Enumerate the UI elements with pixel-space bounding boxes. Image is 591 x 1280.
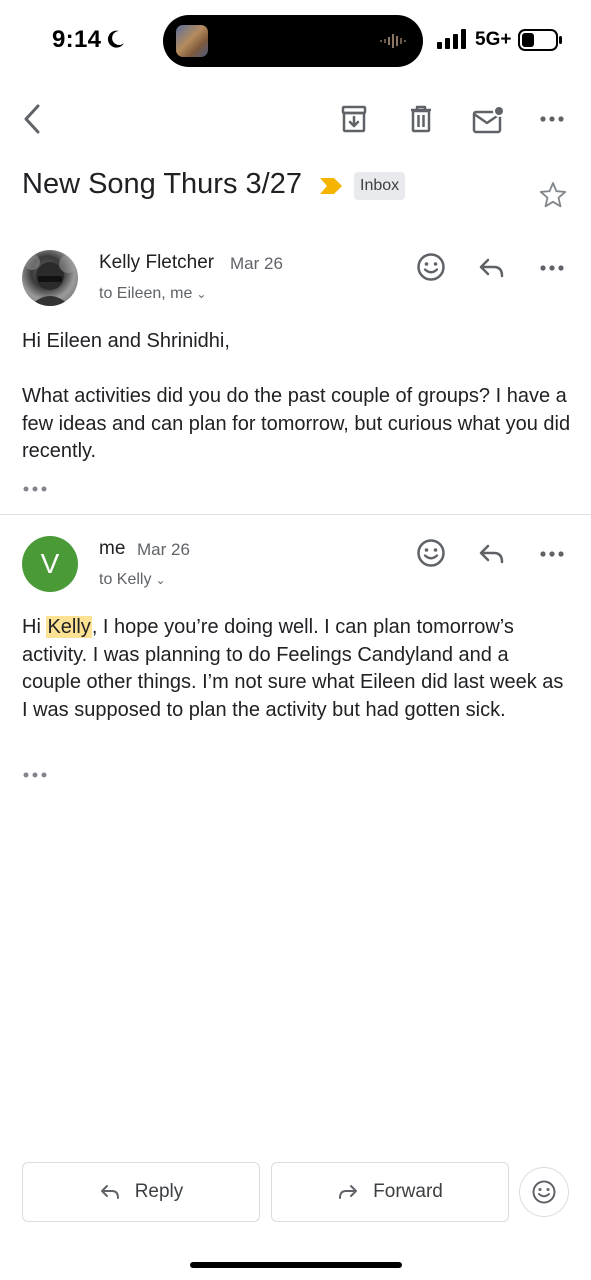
message-body: What activities did you do the past coup… [22,385,571,462]
toolbar [0,95,591,145]
thread-subject: New Song Thurs 3/27 [22,168,302,200]
now-playing-artwork [176,25,208,57]
sender-name: Kelly Fletcher [99,252,215,273]
status-time: 9:14 [52,26,102,53]
react-button[interactable] [519,1167,569,1217]
label-chip-inbox[interactable]: Inbox [354,172,406,200]
archive-icon [341,105,367,133]
message-more-button[interactable] [534,537,570,571]
reply-arrow-icon [100,1185,119,1199]
show-trimmed-content-icon[interactable] [22,485,48,493]
status-bar: 9:14 5G+ [0,0,591,80]
show-trimmed-content-icon[interactable] [22,771,48,779]
important-marker-icon[interactable] [318,176,344,196]
forward-arrow-icon [339,1185,358,1199]
moon-icon [107,30,124,48]
forward-button[interactable]: Forward [271,1162,509,1222]
battery-icon [518,29,562,51]
chevron-down-icon: ⌄ [196,287,207,301]
back-button[interactable] [14,95,50,143]
network-type: 5G+ [475,29,512,50]
recipients-text: to Eileen, me [99,285,193,302]
trash-icon [411,105,431,133]
star-icon[interactable] [538,180,568,210]
reply-all-button[interactable]: Reply [22,1162,260,1222]
archive-button[interactable] [334,99,374,139]
audio-wave-icon [380,34,406,48]
avatar[interactable] [22,250,78,306]
reply-button[interactable] [474,537,510,571]
recipients-toggle[interactable]: to Kelly ⌄ [99,571,166,589]
mark-unread-icon [472,105,505,134]
message-body: Hi Kelly, I hope you’re doing well. I ca… [22,614,572,724]
forward-label: Forward [373,1181,443,1202]
mark-unread-button[interactable] [466,99,510,139]
reply-label: Reply [134,1181,184,1202]
recipients-toggle[interactable]: to Eileen, me ⌄ [99,285,206,303]
message-more-button[interactable] [534,251,570,285]
emoji-icon [417,539,445,567]
emoji-icon [417,253,445,281]
message-date: Mar 26 [137,540,190,559]
avatar[interactable]: V [22,536,78,592]
cell-signal-icon [437,29,466,49]
back-arrow-icon [24,104,40,134]
dynamic-island[interactable] [163,15,423,67]
chevron-down-icon: ⌄ [155,573,166,587]
recipients-text: to Kelly [99,571,152,588]
reply-button[interactable] [474,251,510,285]
emoji-icon [532,1180,556,1204]
more-horiz-icon [540,265,564,271]
delete-button[interactable] [401,99,441,139]
more-horiz-icon [540,116,564,122]
message-greeting: Hi Eileen and Shrinidhi, [22,330,230,352]
search-highlight: Kelly [46,616,92,638]
reply-arrow-icon [479,258,504,278]
more-horiz-icon [540,551,564,557]
home-indicator[interactable] [190,1262,402,1268]
message-date: Mar 26 [230,254,283,273]
reply-arrow-icon [479,544,504,564]
body-rest: , I hope you’re doing well. I can plan t… [22,616,564,721]
body-prefix: Hi [22,616,47,638]
sender-name: me [99,538,126,559]
add-reaction-button[interactable] [413,535,449,571]
add-reaction-button[interactable] [413,249,449,285]
more-options-button[interactable] [534,99,570,139]
message-divider [0,514,591,515]
avatar-photo-image [24,254,77,306]
